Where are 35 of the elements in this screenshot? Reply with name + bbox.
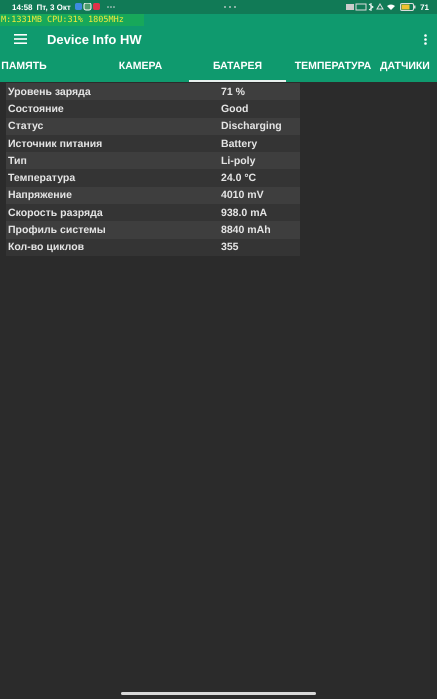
property-label: Напряжение <box>8 189 73 202</box>
gesture-handle[interactable] <box>121 692 316 695</box>
property-label: Скорость разряда <box>8 206 104 219</box>
battery-icon <box>400 3 416 11</box>
tab[interactable]: ПАМЯТЬ <box>0 52 48 82</box>
tab[interactable]: ДАТЧИКИ <box>380 52 430 82</box>
property-label: Профиль системы <box>8 224 107 236</box>
property-label: Статус <box>8 120 44 132</box>
battery-percent: 71 <box>420 2 430 12</box>
status-time: 14:58 <box>12 2 32 12</box>
property-value: 71 % <box>221 86 246 98</box>
property-value: 938.0 mA <box>221 206 268 219</box>
property-label: Состояние <box>8 102 65 115</box>
property-value: Battery <box>221 138 258 150</box>
tab[interactable]: КАМЕРА <box>92 52 189 82</box>
status-date: Пт, 3 Окт <box>36 2 71 12</box>
overflow-menu-icon[interactable] <box>424 34 427 44</box>
signal-status-icons <box>346 3 396 11</box>
app-title: Device Info HW <box>47 32 143 46</box>
tab[interactable]: ТЕМПЕРАТУРА <box>286 52 380 82</box>
property-label: Тип <box>8 154 28 167</box>
property-value: Good <box>221 102 250 115</box>
property-label: Кол-во циклов <box>8 241 86 254</box>
property-value: 355 <box>221 241 240 254</box>
property-value: 24.0 °C <box>221 172 258 184</box>
property-label: Температура <box>8 172 76 184</box>
property-value: 4010 mV <box>221 189 265 202</box>
property-value: Li-poly <box>221 154 256 167</box>
notification-icons <box>74 3 103 11</box>
property-label: Уровень заряда <box>8 86 92 98</box>
property-value: Discharging <box>221 120 283 132</box>
property-label: Источник питания <box>8 138 104 150</box>
menu-icon[interactable] <box>14 34 27 44</box>
property-value: 8840 mAh <box>221 224 272 236</box>
system-monitor-overlay: M:1331MB CPU:31% 1805MHz <box>0 14 144 26</box>
